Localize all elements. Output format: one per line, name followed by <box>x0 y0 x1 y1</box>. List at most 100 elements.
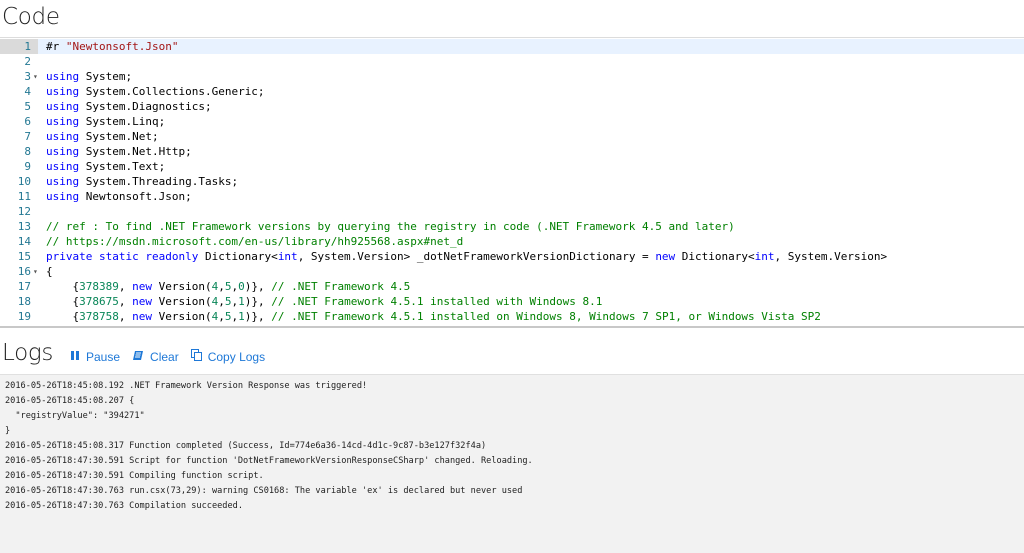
code-token: System.Collections.Generic; <box>79 85 265 98</box>
code-line[interactable]: 14 // https://msdn.microsoft.com/en-us/li… <box>0 234 1024 249</box>
code-token: "Newtonsoft.Json" <box>65 40 179 53</box>
code-editor[interactable]: 1 #r "Newtonsoft.Json" 2 3 ▾ using System; 4 us… <box>0 37 1024 327</box>
panel-splitter[interactable] <box>0 326 1024 328</box>
log-line: 2016-05-26T18:45:08.207 { <box>5 396 135 406</box>
code-line[interactable]: 11 using Newtonsoft.Json; <box>0 189 1024 204</box>
code-section-title: Code <box>2 4 60 30</box>
code-token: using <box>46 175 80 188</box>
code-token: using <box>46 145 80 158</box>
code-line[interactable]: 19 {378758, new Version(4,5,1)}, // .NET… <box>0 309 1024 324</box>
line-number: 19 <box>17 310 31 323</box>
code-token: Version( <box>152 310 212 323</box>
line-number: 7 <box>24 130 31 143</box>
line-number: 18 <box>17 295 31 308</box>
code-line[interactable]: 4 using System.Collections.Generic; <box>0 84 1024 99</box>
code-line[interactable]: 3 ▾ using System; <box>0 69 1024 84</box>
pause-button[interactable]: Pause <box>70 350 120 364</box>
line-number: 1 <box>24 40 31 53</box>
line-number: 8 <box>24 145 31 158</box>
code-text: using System.Diagnostics; <box>46 99 212 114</box>
line-number: 14 <box>17 235 31 248</box>
code-text: // ref : To find .NET Framework versions… <box>46 219 735 234</box>
log-line: 2016-05-26T18:45:08.192 .NET Framework V… <box>5 381 368 391</box>
code-line[interactable]: 16 ▾ { <box>0 264 1024 279</box>
logs-toolbar: Pause Clear Copy Logs <box>70 349 277 364</box>
line-number: 4 <box>24 85 31 98</box>
code-token: // https://msdn.microsoft.com/en-us/libr… <box>46 235 464 248</box>
code-token: using <box>46 100 80 113</box>
code-token: , <box>118 295 133 308</box>
pause-label: Pause <box>86 349 121 364</box>
code-text: using System.Net; <box>46 129 159 144</box>
clear-button[interactable]: Clear <box>132 350 179 364</box>
code-line[interactable]: 10 using System.Threading.Tasks; <box>0 174 1024 189</box>
line-number: 3 <box>24 70 31 83</box>
code-line[interactable]: 7 using System.Net; <box>0 129 1024 144</box>
code-line[interactable]: 2 <box>0 54 1024 69</box>
log-line: } <box>5 426 11 436</box>
code-token: )}, <box>244 280 272 293</box>
copy-logs-label: Copy Logs <box>207 349 266 364</box>
code-line[interactable]: 5 using System.Diagnostics; <box>0 99 1024 114</box>
code-token: using <box>46 190 80 203</box>
code-token: // .NET Framework 4.5.1 installed on Win… <box>271 310 821 323</box>
code-line[interactable]: 6 using System.Linq; <box>0 114 1024 129</box>
code-token: System.Text; <box>79 160 166 173</box>
log-line: 2016-05-26T18:47:30.591 Compiling functi… <box>5 471 264 481</box>
code-text: using System.Collections.Generic; <box>46 84 265 99</box>
code-token: , <box>218 295 225 308</box>
logs-output[interactable]: 2016-05-26T18:45:08.192 .NET Framework V… <box>0 374 1024 553</box>
code-text: using System.Threading.Tasks; <box>46 174 238 189</box>
code-line[interactable]: 9 using System.Text; <box>0 159 1024 174</box>
code-token: new <box>132 295 152 308</box>
code-token: #r <box>46 40 66 53</box>
code-token: 0 <box>238 280 245 293</box>
code-token: { <box>46 310 80 323</box>
code-token: )}, <box>244 310 272 323</box>
code-token: , <box>118 310 133 323</box>
line-number: 9 <box>24 160 31 173</box>
code-text: using Newtonsoft.Json; <box>46 189 192 204</box>
code-text: using System.Net.Http; <box>46 144 192 159</box>
code-token: using <box>46 160 80 173</box>
code-token: System.Net; <box>79 130 159 143</box>
copy-logs-button[interactable]: Copy Logs <box>190 349 266 364</box>
code-text: private static readonly Dictionary<int, … <box>46 249 887 264</box>
fold-chevron-icon[interactable]: ▾ <box>33 69 41 84</box>
line-number: 13 <box>17 220 31 233</box>
log-line: 2016-05-26T18:47:30.763 run.csx(73,29): … <box>5 486 523 496</box>
code-token: Dictionary< <box>198 250 278 263</box>
code-token: , <box>218 280 225 293</box>
line-number: 2 <box>24 55 31 68</box>
code-token: new <box>132 310 152 323</box>
code-line[interactable]: 15 private static readonly Dictionary<int… <box>0 249 1024 264</box>
code-token: { <box>46 265 53 278</box>
code-token: // .NET Framework 4.5 <box>271 280 411 293</box>
code-token: 378675 <box>79 295 119 308</box>
log-line: 2016-05-26T18:47:30.591 Script for funct… <box>5 456 533 466</box>
code-line[interactable]: 1 #r "Newtonsoft.Json" <box>0 39 1024 54</box>
code-line[interactable]: 17 {378389, new Version(4,5,0)}, // .NET… <box>0 279 1024 294</box>
code-text: {378389, new Version(4,5,0)}, // .NET Fr… <box>46 279 410 294</box>
code-line[interactable]: 18 {378675, new Version(4,5,1)}, // .NET… <box>0 294 1024 309</box>
eraser-icon <box>132 350 144 364</box>
code-token: 1 <box>238 295 245 308</box>
logs-section-title: Logs <box>2 340 54 366</box>
copy-icon <box>190 349 202 364</box>
code-token: { <box>46 280 80 293</box>
code-text: using System.Linq; <box>46 114 165 129</box>
pause-icon <box>70 350 80 364</box>
code-token: Newtonsoft.Json; <box>79 190 192 203</box>
code-token: 1 <box>238 310 245 323</box>
code-token: using <box>46 70 80 83</box>
code-token: { <box>46 295 80 308</box>
fold-chevron-icon[interactable]: ▾ <box>33 264 41 279</box>
line-number: 5 <box>24 100 31 113</box>
code-line[interactable]: 12 <box>0 204 1024 219</box>
code-line[interactable]: 8 using System.Net.Http; <box>0 144 1024 159</box>
code-line[interactable]: 13 // ref : To find .NET Framework versio… <box>0 219 1024 234</box>
code-token: using <box>46 115 80 128</box>
code-text: {378675, new Version(4,5,1)}, // .NET Fr… <box>46 294 602 309</box>
code-token: new <box>132 280 152 293</box>
code-token: Version( <box>152 280 212 293</box>
